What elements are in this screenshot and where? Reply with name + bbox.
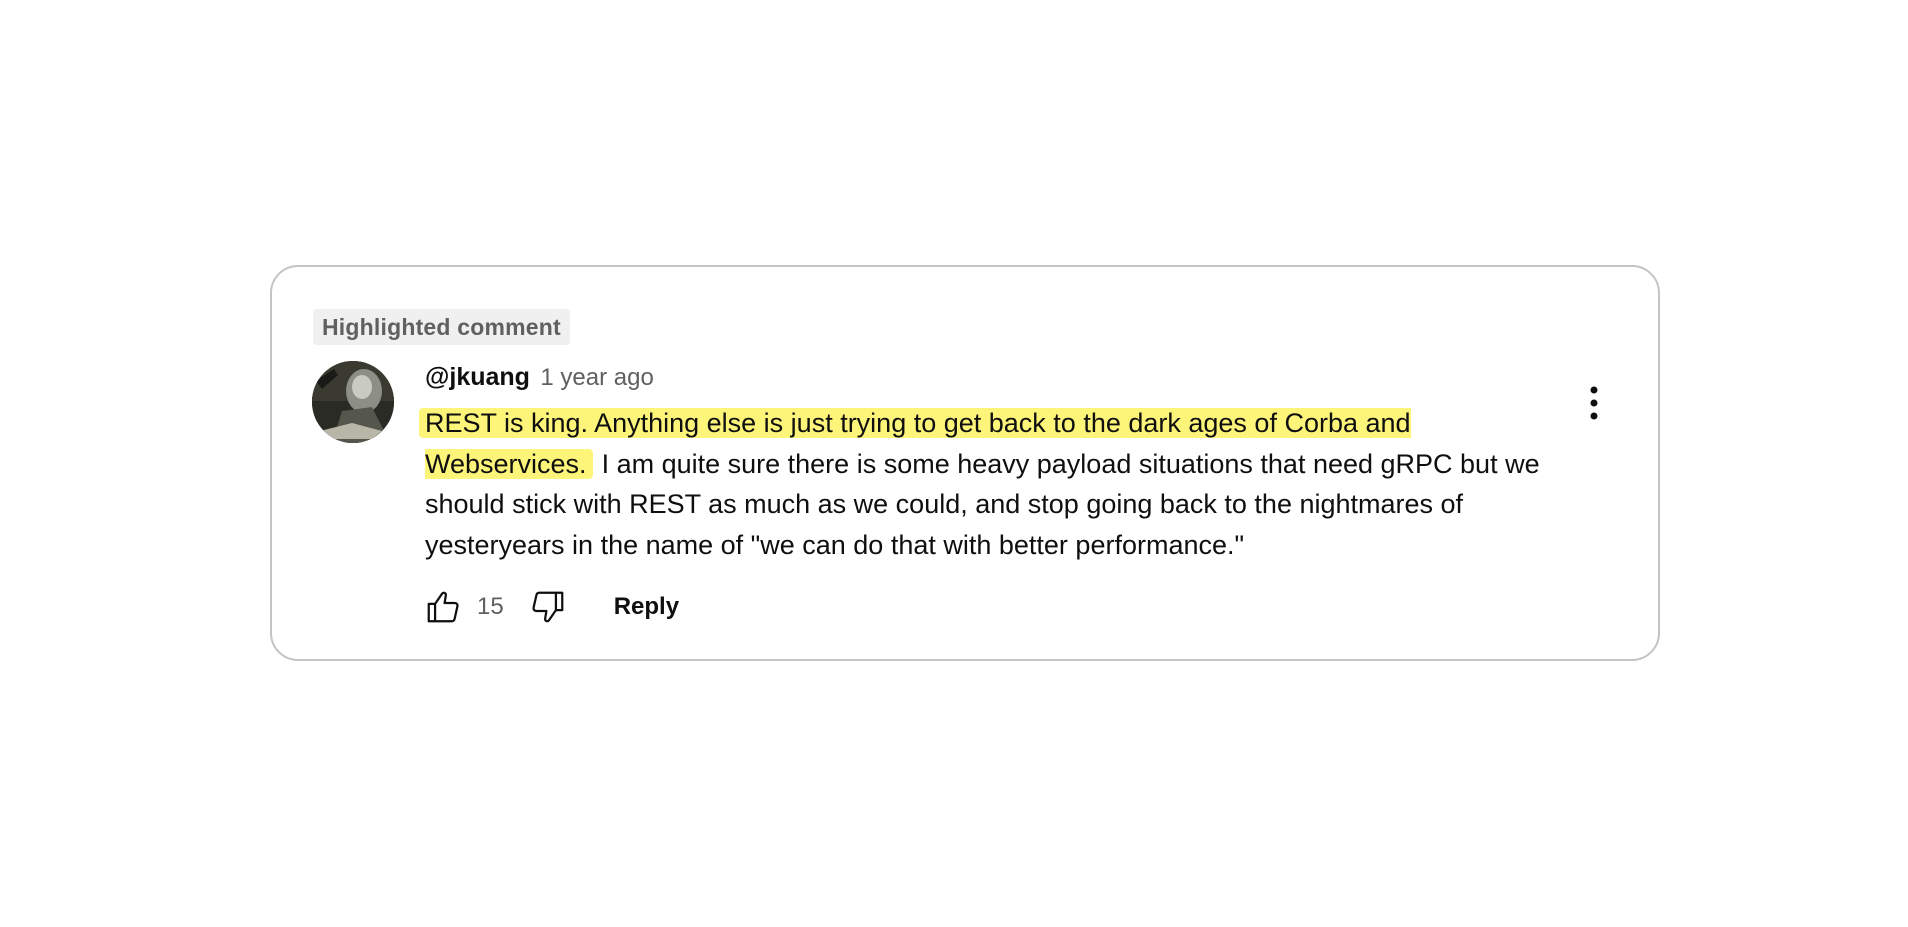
thumbs-down-icon: [532, 591, 564, 623]
comment-menu-button[interactable]: [1572, 381, 1616, 425]
comment-actions: 15 Reply: [421, 585, 679, 629]
comment-text-rest: I am quite sure there is some heavy payl…: [425, 448, 1548, 560]
comment-author[interactable]: @jkuang: [425, 363, 530, 391]
avatar-image: [312, 361, 394, 443]
thumbs-up-icon: [427, 591, 459, 623]
avatar[interactable]: [312, 361, 394, 443]
comment-header: @jkuang 1 year ago: [425, 363, 654, 395]
dislike-button[interactable]: [526, 585, 570, 629]
like-button[interactable]: [421, 585, 465, 629]
highlighted-comment-card: Highlighted comment @jkuang 1 year ago R…: [270, 265, 1660, 661]
comment-timestamp[interactable]: 1 year ago: [540, 364, 653, 391]
reply-button[interactable]: Reply: [614, 593, 679, 621]
like-count: 15: [477, 593, 504, 620]
highlighted-comment-badge: Highlighted comment: [313, 309, 570, 345]
comment-text: REST is king. Anything else is just tryi…: [425, 403, 1565, 565]
more-vert-icon: [1590, 386, 1598, 420]
